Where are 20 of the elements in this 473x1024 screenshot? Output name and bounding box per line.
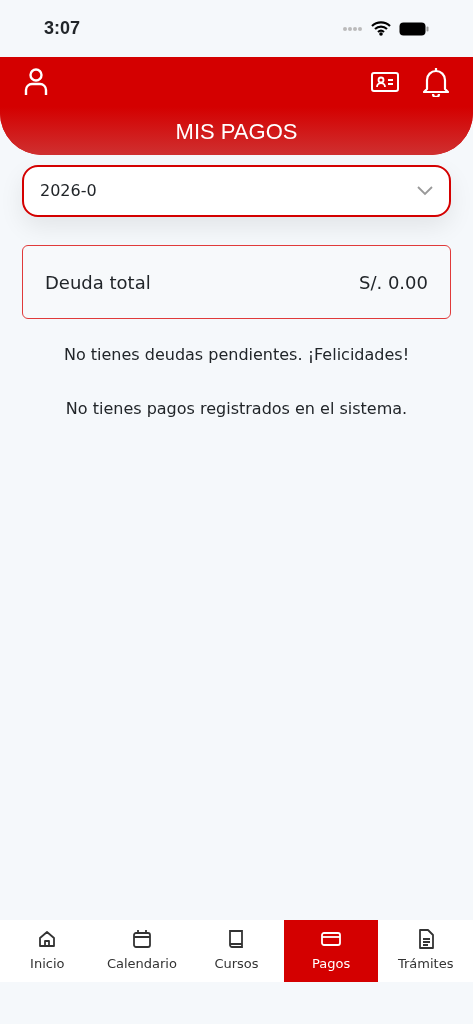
nav-tab[interactable]: Pagos: [283, 920, 379, 982]
status-time: 3:07: [44, 17, 81, 40]
period-select[interactable]: 2026-0: [22, 165, 451, 217]
user-icon[interactable]: [24, 68, 48, 96]
page-title: MIS PAGOS: [175, 117, 298, 146]
debt-amount: S/. 0.00: [359, 270, 428, 295]
id-card-icon[interactable]: [371, 72, 399, 92]
calendar-icon: [130, 928, 153, 951]
nav-tab[interactable]: Inicio: [0, 920, 95, 982]
nav-tab[interactable]: Cursos: [189, 920, 284, 982]
info-message: No tienes pagos registrados en el sistema.: [64, 398, 409, 420]
nav-tab[interactable]: Calendario: [94, 920, 190, 982]
signal-icon: [343, 26, 363, 31]
info-message: No tienes deudas pendientes. ¡Felicidades!: [62, 344, 411, 366]
chevron-down-icon: [417, 186, 433, 196]
nav-tab[interactable]: Trámites: [378, 920, 473, 982]
debt-label: Deuda total: [45, 270, 151, 295]
notification-icon[interactable]: [423, 67, 449, 97]
wifi-icon: [371, 21, 391, 36]
battery-icon: [399, 21, 429, 36]
